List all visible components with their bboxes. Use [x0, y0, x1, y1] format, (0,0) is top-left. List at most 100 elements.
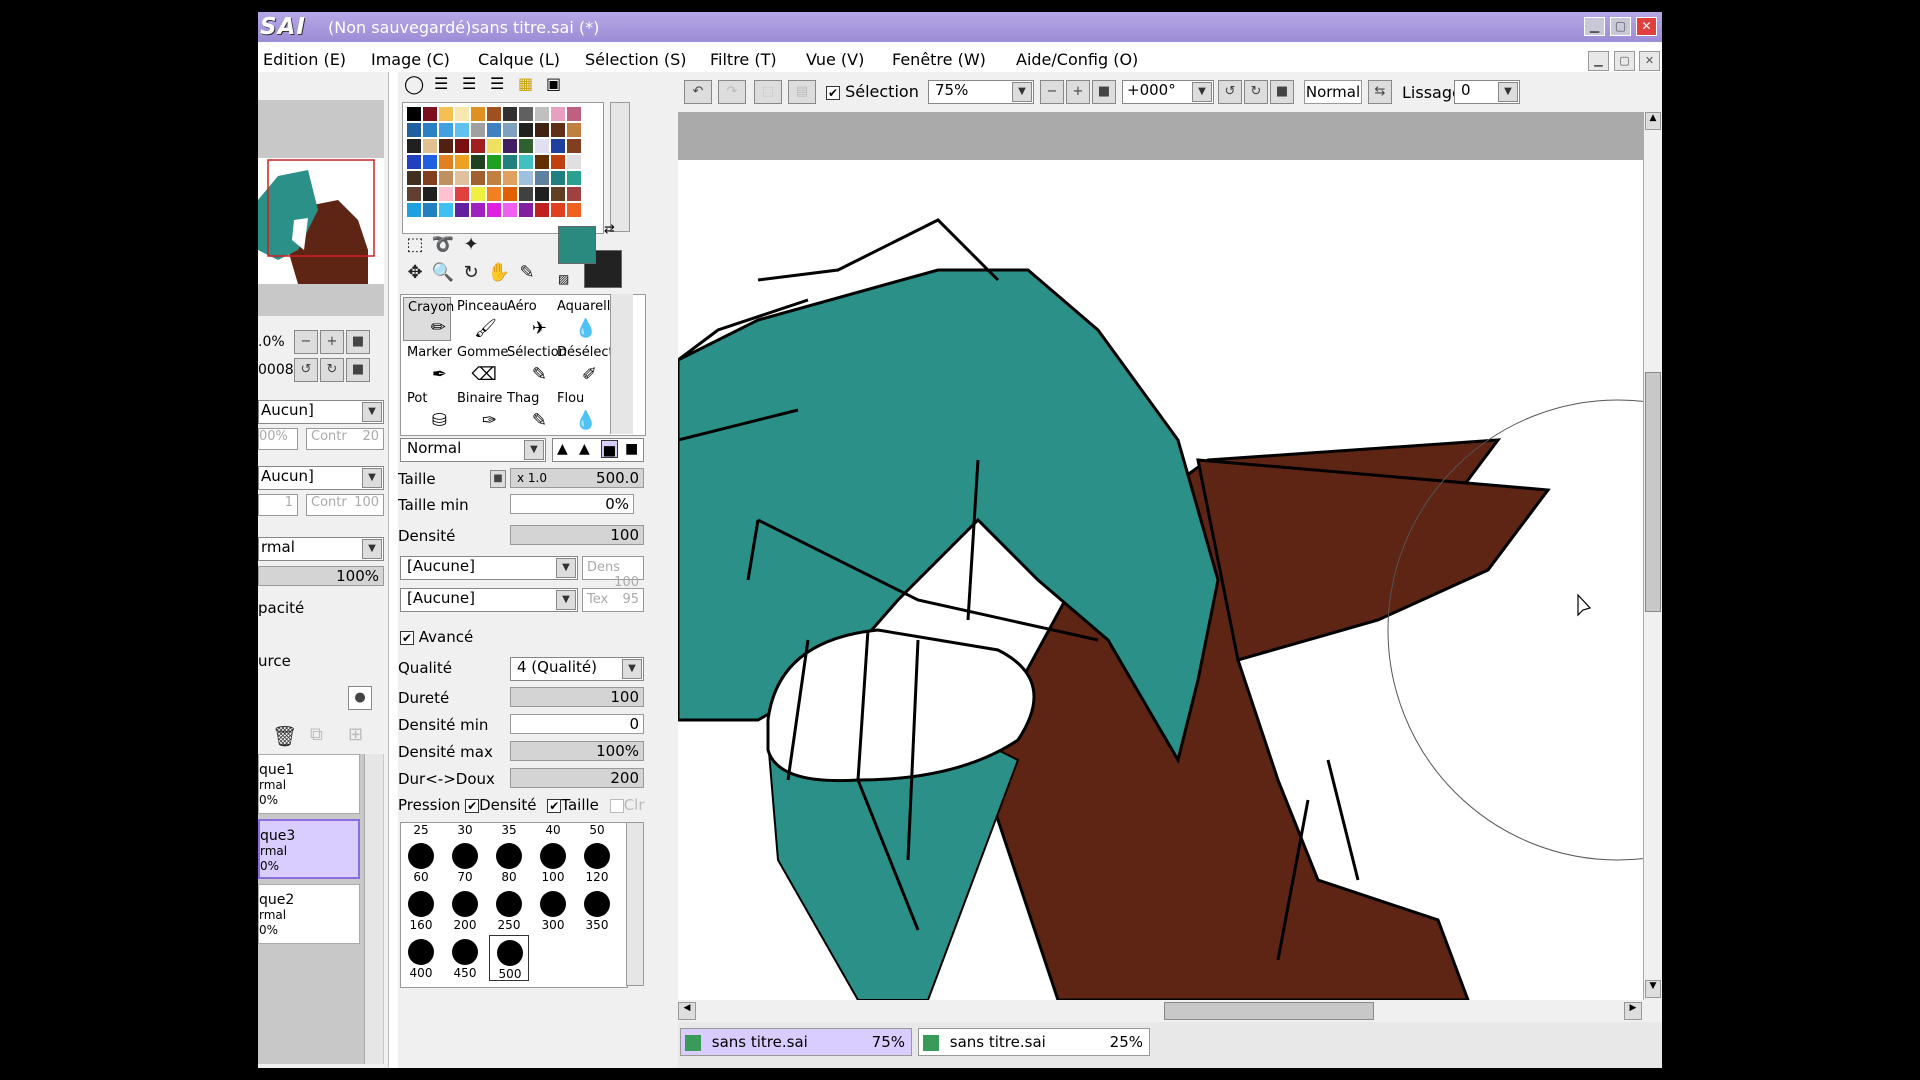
zoom-out-icon[interactable]: −	[1040, 80, 1064, 104]
palette-swatch[interactable]	[423, 155, 437, 169]
pression-clr-checkbox[interactable]: Clr	[609, 796, 645, 814]
brush-aéro[interactable]: Aéro ✈	[503, 297, 551, 341]
mdi-restore-icon[interactable]: ▢	[1614, 51, 1635, 71]
tab-document-2[interactable]: sans titre.sai 25%	[918, 1028, 1150, 1056]
move-icon[interactable]: ✥	[402, 260, 428, 286]
palette-swatch[interactable]	[519, 155, 533, 169]
color-palette[interactable]	[402, 102, 604, 234]
palette-swatch[interactable]	[535, 203, 549, 217]
palette-swatch[interactable]	[535, 171, 549, 185]
palette-swatch[interactable]	[455, 107, 469, 121]
layer-opacity-slider[interactable]: 100%	[258, 566, 384, 586]
menu-fenetre[interactable]: Fenêtre (W)	[892, 50, 986, 69]
densite-slider[interactable]: 100	[510, 525, 644, 545]
record-icon[interactable]: ●	[348, 686, 372, 710]
palette-swatch[interactable]	[471, 171, 485, 185]
shape-round-icon[interactable]: ▲	[579, 441, 590, 457]
palette-swatch[interactable]	[567, 107, 581, 121]
brush-size-cell[interactable]: 80	[489, 839, 529, 885]
palette-swatch[interactable]	[423, 107, 437, 121]
mdi-close-icon[interactable]: ✕	[1639, 51, 1660, 71]
palette-swatch[interactable]	[519, 139, 533, 153]
brush-thag[interactable]: Thag ✎	[503, 389, 551, 433]
close-icon[interactable]: ✕	[1636, 17, 1657, 36]
brush-gomme[interactable]: Gomme ⌫	[453, 343, 508, 387]
layer-filter-dropdown-2[interactable]: Aucun] ▼	[258, 466, 384, 490]
lissage-dropdown[interactable]: 0 ▼	[1454, 80, 1520, 104]
view-mode-field[interactable]: Normal	[1304, 80, 1362, 104]
flip-icon[interactable]: ⇆	[1368, 80, 1392, 104]
palette-swatch[interactable]	[551, 171, 565, 185]
brush-flou[interactable]: Flou 💧	[553, 389, 601, 433]
shape-sharp-icon[interactable]: ▲	[557, 441, 568, 457]
canvas-vertical-scrollbar[interactable]: ▲ ▼	[1644, 112, 1662, 1000]
palette-swatch[interactable]	[471, 139, 485, 153]
brush-size-cell[interactable]: 250	[489, 887, 529, 933]
undo-icon[interactable]: ↶	[684, 80, 712, 104]
palette-swatch[interactable]	[535, 107, 549, 121]
rotate-right-icon[interactable]: ↻	[320, 358, 344, 382]
zoom-reset-icon[interactable]: ■	[1092, 80, 1116, 104]
palette-swatch[interactable]	[423, 187, 437, 201]
rotate-icon[interactable]: ↻	[458, 260, 484, 286]
palette-swatch[interactable]	[567, 187, 581, 201]
palette-swatch[interactable]	[535, 155, 549, 169]
palette-swatch[interactable]	[503, 187, 517, 201]
taille-multiplier[interactable]: x 1.0	[511, 469, 547, 487]
palette-swatch[interactable]	[535, 123, 549, 137]
brush-crayon[interactable]: Crayon ✏	[403, 297, 454, 341]
mdi-minimize-icon[interactable]: ▁	[1588, 51, 1609, 71]
palette-swatch[interactable]	[551, 155, 565, 169]
brush-shape-selector[interactable]: ▲ ▲ ▅ ■	[552, 438, 644, 462]
rgb-slider-icon[interactable]: ☰	[434, 74, 448, 93]
palette-swatch[interactable]	[519, 123, 533, 137]
size-lock-icon[interactable]: ■	[490, 470, 506, 488]
merge-layer-icon[interactable]: ⧉	[310, 724, 323, 745]
brush-size-cell[interactable]: 350	[577, 887, 617, 933]
taille-min-field[interactable]: 0%	[510, 494, 634, 514]
drawing-canvas[interactable]	[678, 160, 1643, 1000]
avance-checkbox[interactable]: ✔ Avancé	[400, 628, 473, 646]
palette-swatch[interactable]	[551, 123, 565, 137]
layer-filter-dropdown[interactable]: Aucun] ▼	[258, 400, 384, 424]
canvas-horizontal-scrollbar[interactable]: ◀ ▶	[678, 1000, 1662, 1022]
palette-swatch[interactable]	[487, 171, 501, 185]
rotate-ccw-icon[interactable]: ↺	[1218, 80, 1242, 104]
palette-swatch[interactable]	[551, 203, 565, 217]
palette-swatch[interactable]	[487, 107, 501, 121]
palette-swatch[interactable]	[567, 155, 581, 169]
scroll-up-icon[interactable]: ▲	[1645, 112, 1661, 130]
durete-slider[interactable]: 100	[510, 687, 644, 707]
mixer-icon[interactable]: ☰	[490, 74, 504, 93]
taille-slider[interactable]: x 1.0 500.0	[510, 468, 644, 488]
palette-swatch[interactable]	[407, 107, 421, 121]
menu-edition[interactable]: Edition (E)	[263, 50, 346, 69]
layer-list-scrollbar[interactable]	[364, 754, 383, 1064]
texture-dropdown-1[interactable]: [Aucune] ▼	[400, 556, 578, 580]
palette-swatch[interactable]	[567, 171, 581, 185]
swap-colors-icon[interactable]: ⇄	[604, 222, 615, 237]
palette-swatch[interactable]	[455, 155, 469, 169]
deselect-icon[interactable]: ⬚	[754, 80, 782, 104]
zoom-reset-icon[interactable]: ■	[346, 330, 370, 354]
menu-image[interactable]: Image (C)	[371, 50, 450, 69]
minimize-icon[interactable]: ▁	[1584, 17, 1605, 36]
invert-selection-icon[interactable]: ▤	[788, 80, 816, 104]
brush-size-label[interactable]: 40	[533, 823, 573, 837]
palette-swatch[interactable]	[455, 123, 469, 137]
palette-swatch[interactable]	[455, 203, 469, 217]
selection-checkbox[interactable]: ✔ Sélection	[826, 82, 919, 101]
zoom-icon[interactable]: 🔍	[430, 260, 456, 286]
brush-size-cell[interactable]: 500	[489, 935, 529, 981]
palette-swatch[interactable]	[423, 203, 437, 217]
vertical-scroll-thumb[interactable]	[1645, 372, 1661, 612]
palette-swatch[interactable]	[503, 203, 517, 217]
brush-pinceau[interactable]: Pinceau 🖌	[453, 297, 508, 341]
horizontal-scroll-thumb[interactable]	[1164, 1002, 1374, 1020]
palette-scrollbar[interactable]	[610, 102, 630, 232]
palette-swatch[interactable]	[471, 203, 485, 217]
brush-sélection[interactable]: Sélection ✎	[503, 343, 567, 387]
palette-swatch[interactable]	[439, 187, 453, 201]
rotate-left-icon[interactable]: ↺	[294, 358, 318, 382]
menu-calque[interactable]: Calque (L)	[478, 50, 560, 69]
